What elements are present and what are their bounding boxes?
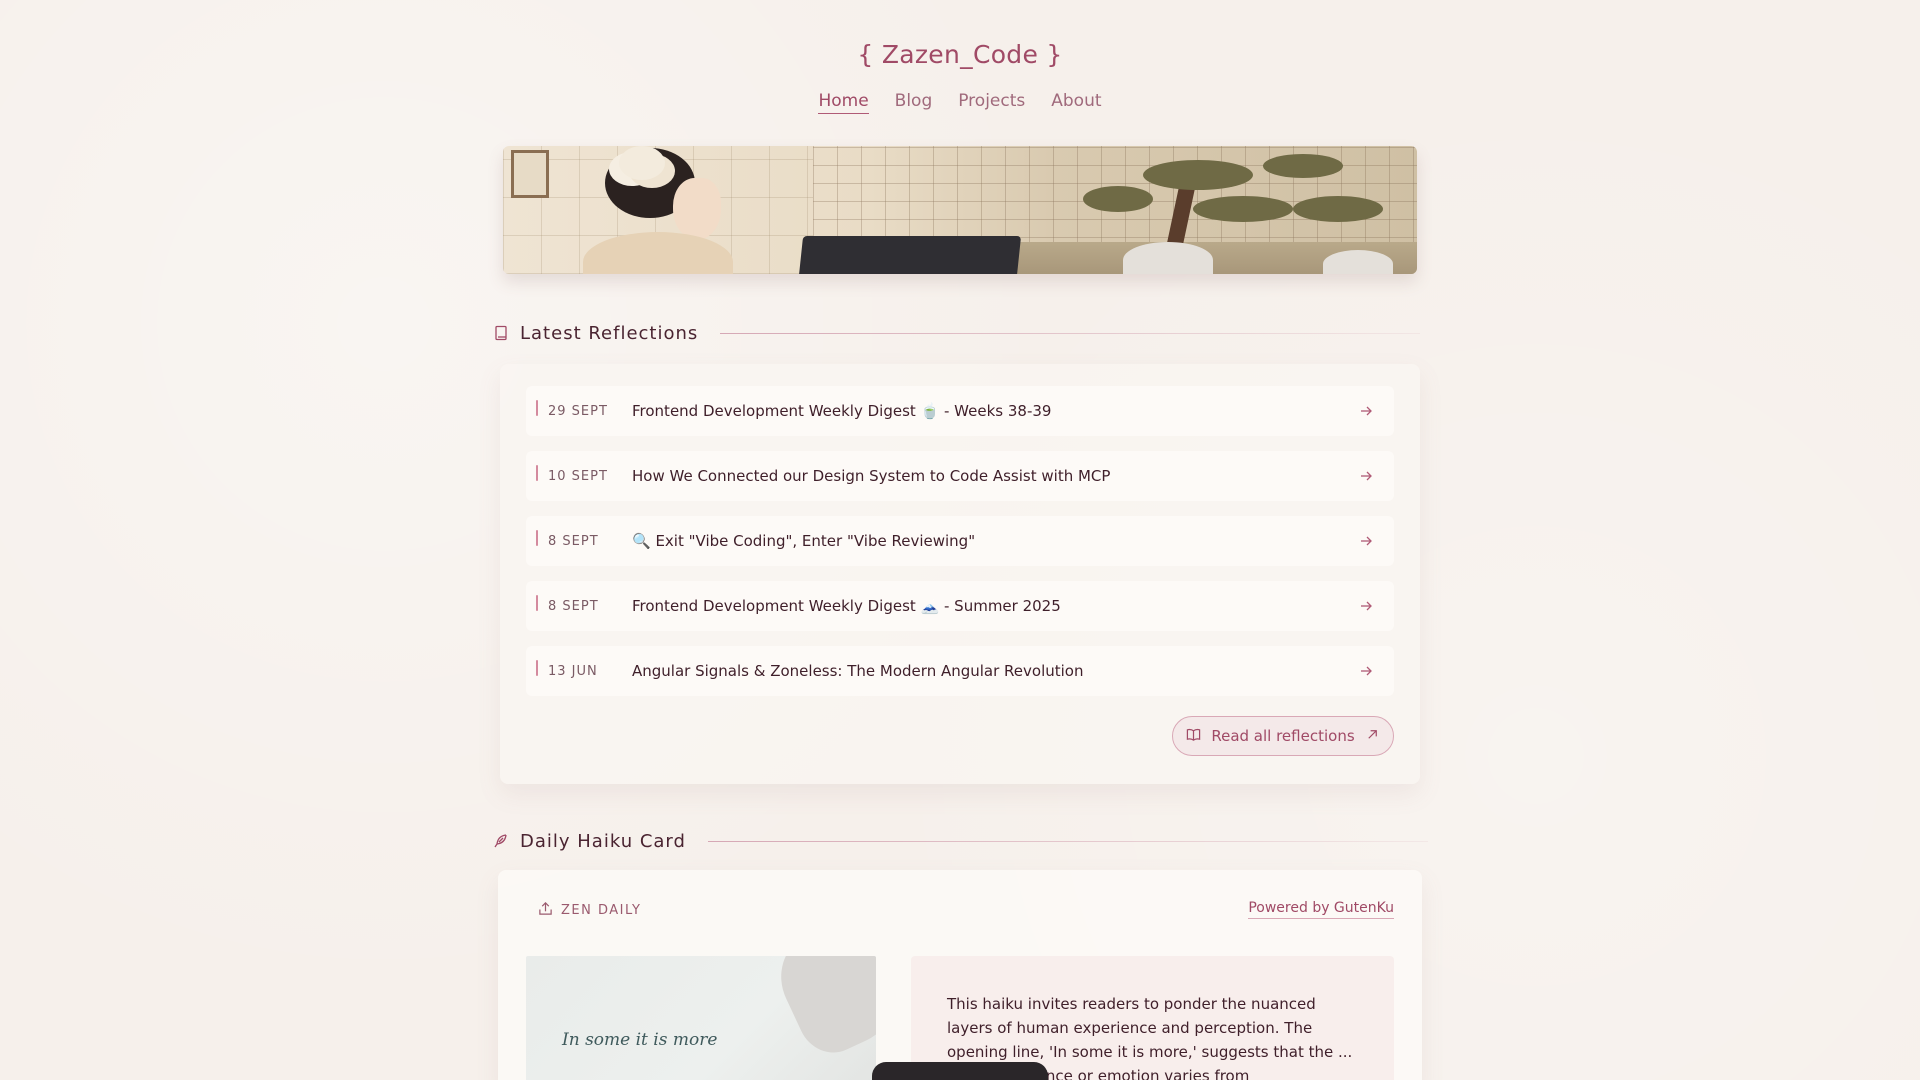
arrow-right-icon (1358, 663, 1374, 679)
item-marker (536, 660, 538, 676)
haiku-heading: Daily Haiku Card (493, 828, 1428, 854)
nav-projects[interactable]: Projects (958, 91, 1025, 114)
hero-banner-image (503, 146, 1417, 274)
banner-bonsai-foliage (1193, 196, 1293, 222)
upload-icon (538, 901, 553, 920)
zen-daily-label: ZEN DAILY (561, 903, 642, 918)
zen-daily-tag: ZEN DAILY (538, 901, 641, 920)
arrow-right-icon (1358, 403, 1374, 419)
banner-bonsai-foliage (1143, 160, 1253, 190)
haiku-card: ZEN DAILY Powered by GutenKu In some it … (498, 870, 1422, 1080)
reflection-date: 29 SEPT (548, 403, 608, 419)
reflection-date: 10 SEPT (548, 468, 608, 484)
reflection-title[interactable]: How We Connected our Design System to Co… (632, 467, 1110, 485)
reflections-heading: Latest Reflections (493, 320, 1421, 346)
book-icon (493, 325, 509, 341)
banner-picture-frame (511, 150, 549, 198)
reflection-item[interactable]: 29 SEPT Frontend Development Weekly Dige… (526, 386, 1394, 436)
floating-dock[interactable] (872, 1062, 1048, 1080)
banner-rock (1323, 250, 1393, 274)
haiku-card-image: In some it is more (526, 956, 876, 1080)
nav-blog[interactable]: Blog (895, 91, 933, 114)
haiku-heading-label: Daily Haiku Card (520, 830, 686, 852)
reflection-item[interactable]: 13 JUN Angular Signals & Zoneless: The M… (526, 646, 1394, 696)
arrow-right-icon (1358, 533, 1374, 549)
torn-paper-shape (765, 956, 876, 1064)
arrow-up-right-icon (1365, 727, 1380, 746)
nav-home[interactable]: Home (818, 91, 869, 114)
reflection-item[interactable]: 8 SEPT Frontend Development Weekly Diges… (526, 581, 1394, 631)
nav-about[interactable]: About (1051, 91, 1101, 114)
banner-bonsai-foliage (1083, 186, 1153, 212)
banner-rock (1123, 242, 1213, 274)
item-marker (536, 595, 538, 611)
site-title[interactable]: { Zazen_Code } (0, 40, 1920, 69)
haiku-image-line: In some it is more (562, 1030, 718, 1050)
main-nav: Home Blog Projects About (0, 91, 1920, 114)
banner-laptop (798, 236, 1022, 274)
item-marker (536, 400, 538, 416)
banner-hair-flower (619, 146, 665, 180)
powered-by-link[interactable]: Powered by GutenKu (1248, 900, 1394, 919)
reflection-title[interactable]: 🔍 Exit "Vibe Coding", Enter "Vibe Review… (632, 532, 975, 550)
reflection-title[interactable]: Angular Signals & Zoneless: The Modern A… (632, 662, 1084, 680)
reflection-date: 13 JUN (548, 663, 598, 679)
reflections-heading-label: Latest Reflections (520, 322, 699, 344)
banner-woman-face (673, 178, 721, 240)
item-marker (536, 530, 538, 546)
arrow-right-icon (1358, 598, 1374, 614)
arrow-right-icon (1358, 468, 1374, 484)
heading-divider (720, 332, 1421, 334)
heading-divider (707, 840, 1428, 842)
reflection-title[interactable]: Frontend Development Weekly Digest 🗻 - S… (632, 597, 1061, 615)
reflection-item[interactable]: 8 SEPT 🔍 Exit "Vibe Coding", Enter "Vibe… (526, 516, 1394, 566)
reflection-date: 8 SEPT (548, 598, 599, 614)
read-all-reflections-button[interactable]: Read all reflections (1172, 716, 1394, 756)
item-marker (536, 465, 538, 481)
reflection-item[interactable]: 10 SEPT How We Connected our Design Syst… (526, 451, 1394, 501)
feather-icon (493, 833, 509, 849)
banner-bonsai-foliage (1263, 154, 1343, 178)
banner-bonsai-foliage (1293, 196, 1383, 222)
reflection-title[interactable]: Frontend Development Weekly Digest 🍵 - W… (632, 402, 1051, 420)
read-all-label: Read all reflections (1211, 727, 1355, 745)
open-book-icon (1186, 727, 1201, 746)
page: { Zazen_Code } Home Blog Projects About … (0, 0, 1920, 1080)
reflection-date: 8 SEPT (548, 533, 599, 549)
